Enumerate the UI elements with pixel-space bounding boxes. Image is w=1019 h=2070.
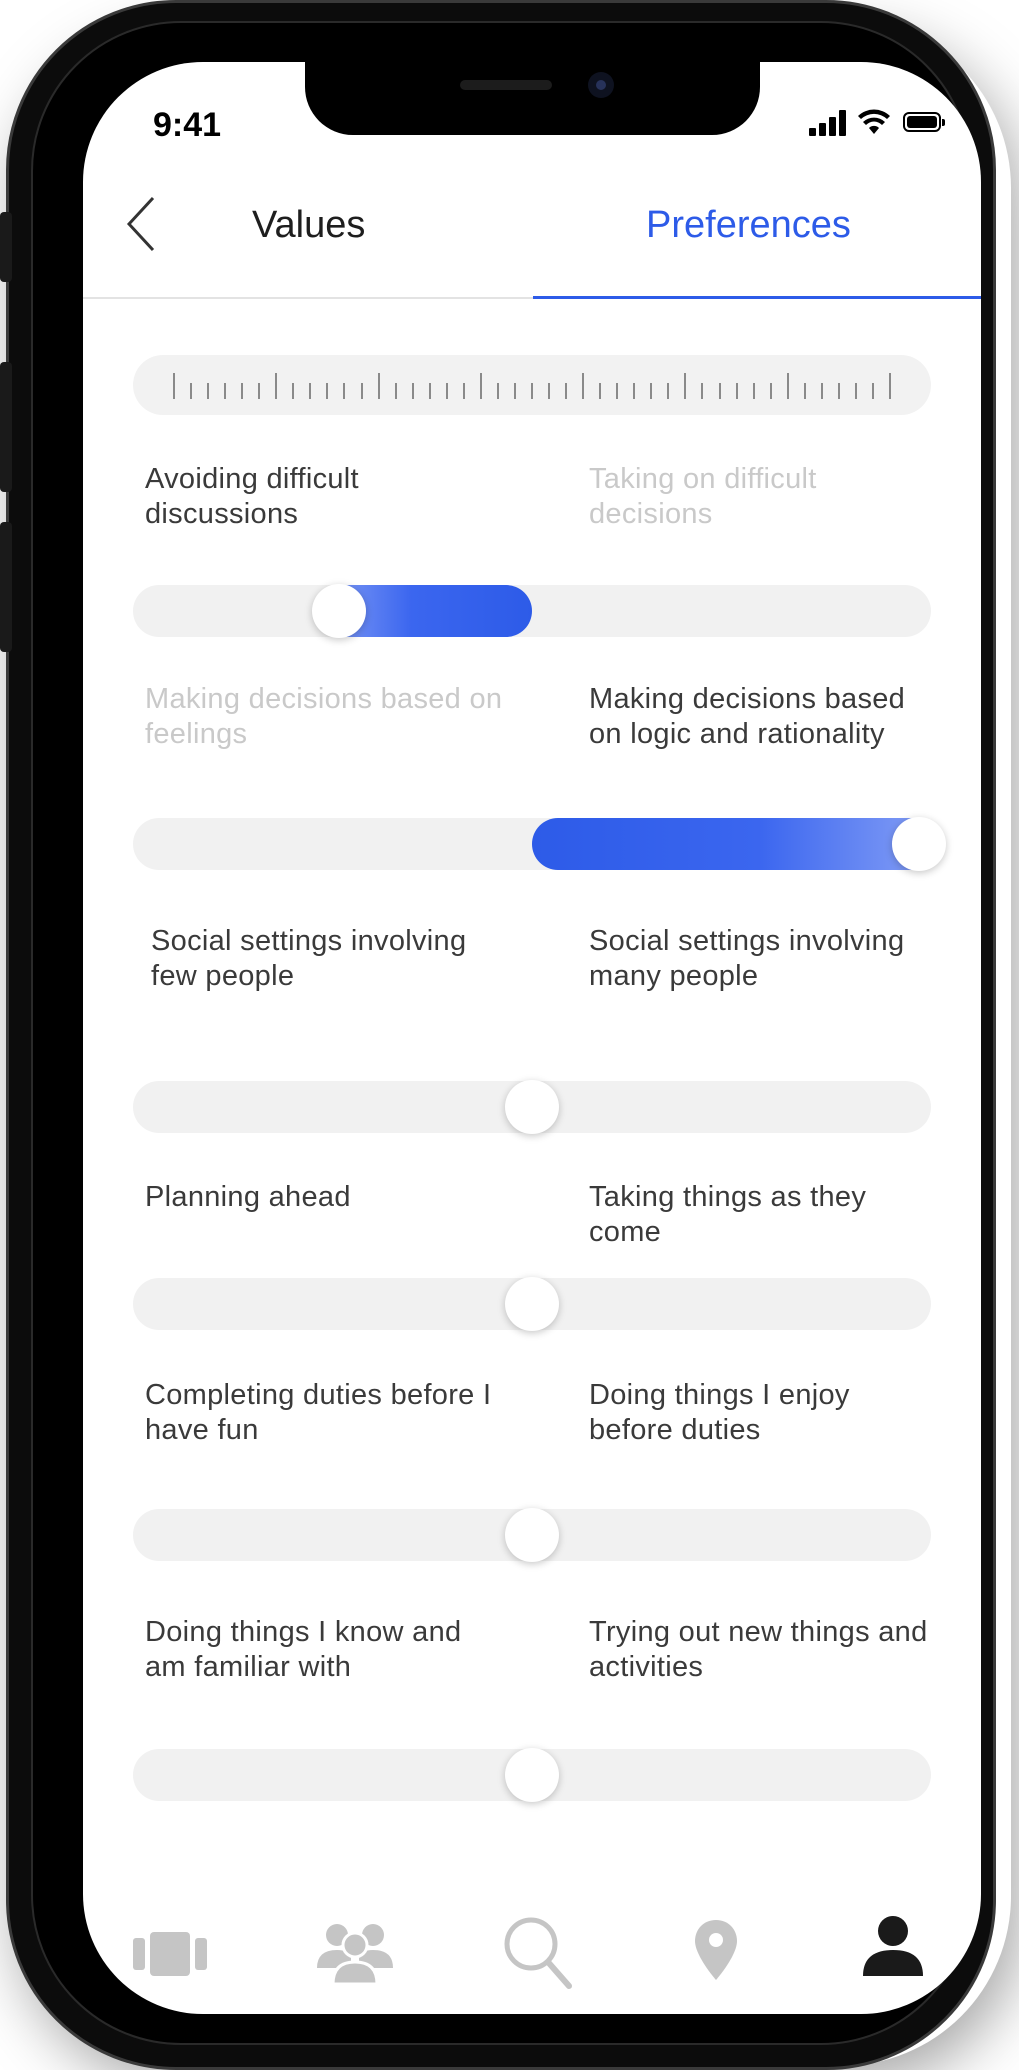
ruler-tick bbox=[684, 373, 687, 399]
ruler-ticks bbox=[173, 373, 891, 399]
preference-right-label: Trying out new things and activities bbox=[589, 1616, 928, 1683]
search-icon[interactable] bbox=[503, 1916, 573, 1990]
preference-slider-knob[interactable] bbox=[505, 1508, 559, 1562]
preference-left-label: Doing things I know and am familiar with bbox=[145, 1616, 462, 1683]
preference-slider-knob[interactable] bbox=[505, 1748, 559, 1802]
ruler-tick bbox=[531, 383, 533, 399]
ruler-tick bbox=[854, 383, 857, 399]
ruler-tick bbox=[479, 373, 482, 399]
preference-right-label: Doing things I enjoy before duties bbox=[589, 1379, 850, 1446]
volume-down-button bbox=[0, 522, 12, 652]
ruler-tick bbox=[309, 383, 312, 399]
preference-left-label: Completing duties before I have fun bbox=[145, 1379, 492, 1446]
ruler-tick bbox=[513, 383, 516, 399]
ruler-tick bbox=[650, 383, 653, 399]
ruler-tick bbox=[173, 373, 175, 399]
preference-left-label: Making decisions based on feelings bbox=[145, 683, 503, 750]
active-tab-indicator bbox=[533, 296, 981, 299]
preference-slider-knob[interactable] bbox=[892, 817, 946, 871]
battery-icon bbox=[903, 112, 945, 132]
ruler-tick bbox=[667, 383, 670, 399]
chevron-left-icon[interactable] bbox=[123, 194, 163, 254]
ruler-tick bbox=[360, 383, 363, 399]
preference-slider-fill bbox=[532, 818, 945, 870]
ruler-tick bbox=[496, 383, 499, 399]
ruler-tick bbox=[275, 373, 278, 399]
ruler-tick bbox=[735, 383, 738, 399]
ruler-tick bbox=[190, 383, 193, 399]
ruler-tick bbox=[582, 373, 585, 399]
speaker-grille bbox=[460, 80, 552, 90]
preference-left-label: Social settings involving few people bbox=[151, 925, 467, 992]
tab-preferences[interactable]: Preferences bbox=[646, 204, 851, 247]
camera-notch bbox=[305, 62, 760, 135]
people-icon[interactable] bbox=[315, 1922, 395, 1984]
preference-slider-track[interactable] bbox=[133, 585, 931, 637]
ruler-tick bbox=[565, 383, 568, 399]
scale-ruler bbox=[133, 355, 931, 415]
ruler-tick bbox=[820, 383, 823, 399]
preference-slider-track[interactable] bbox=[133, 818, 945, 870]
preference-right-label: Making decisions based on logic and rati… bbox=[589, 683, 906, 750]
ruler-tick bbox=[548, 383, 551, 399]
profile-icon[interactable] bbox=[861, 1914, 925, 1978]
ruler-tick bbox=[258, 383, 261, 399]
preference-right-label: Taking on difficult decisions bbox=[589, 463, 817, 530]
ruler-tick bbox=[445, 383, 448, 399]
front-camera bbox=[588, 72, 614, 98]
app-screen: 9:41 Values Preferences Avoiding difficu… bbox=[83, 62, 981, 2014]
ruler-tick bbox=[803, 383, 806, 399]
preference-right-label: Taking things as they come bbox=[589, 1181, 867, 1248]
tab-values[interactable]: Values bbox=[252, 204, 365, 247]
ruler-tick bbox=[224, 383, 227, 399]
location-pin-icon[interactable] bbox=[693, 1918, 739, 1982]
ruler-tick bbox=[701, 383, 704, 399]
ruler-tick bbox=[599, 383, 602, 399]
ruler-tick bbox=[411, 383, 414, 399]
ruler-tick bbox=[394, 383, 397, 399]
ruler-tick bbox=[343, 383, 346, 399]
preference-right-label: Social settings involving many people bbox=[589, 925, 905, 992]
ruler-tick bbox=[837, 383, 840, 399]
ruler-tick bbox=[718, 383, 721, 399]
ruler-tick bbox=[633, 383, 636, 399]
preference-left-label: Planning ahead bbox=[145, 1181, 351, 1213]
cards-icon[interactable] bbox=[133, 1930, 209, 1978]
ruler-tick bbox=[207, 383, 210, 399]
signal-icon bbox=[809, 110, 849, 136]
ruler-tick bbox=[428, 383, 431, 399]
ruler-tick bbox=[462, 383, 465, 399]
ruler-tick bbox=[871, 383, 874, 399]
preference-slider-knob[interactable] bbox=[505, 1277, 559, 1331]
ruler-tick bbox=[292, 383, 295, 399]
ruler-tick bbox=[326, 383, 329, 399]
status-time: 9:41 bbox=[153, 106, 222, 144]
preference-slider-knob[interactable] bbox=[311, 584, 366, 638]
status-icons bbox=[809, 108, 945, 136]
ruler-tick bbox=[889, 373, 891, 399]
preference-slider-knob[interactable] bbox=[505, 1080, 559, 1134]
ruler-tick bbox=[769, 383, 772, 399]
volume-up-button bbox=[0, 362, 12, 492]
ruler-tick bbox=[786, 373, 789, 399]
wifi-icon bbox=[858, 109, 890, 134]
ruler-tick bbox=[377, 373, 380, 399]
mute-switch bbox=[0, 212, 12, 282]
preference-left-label: Avoiding difficult discussions bbox=[145, 463, 359, 530]
ruler-tick bbox=[616, 383, 619, 399]
ruler-tick bbox=[241, 383, 244, 399]
ruler-tick bbox=[752, 383, 755, 399]
